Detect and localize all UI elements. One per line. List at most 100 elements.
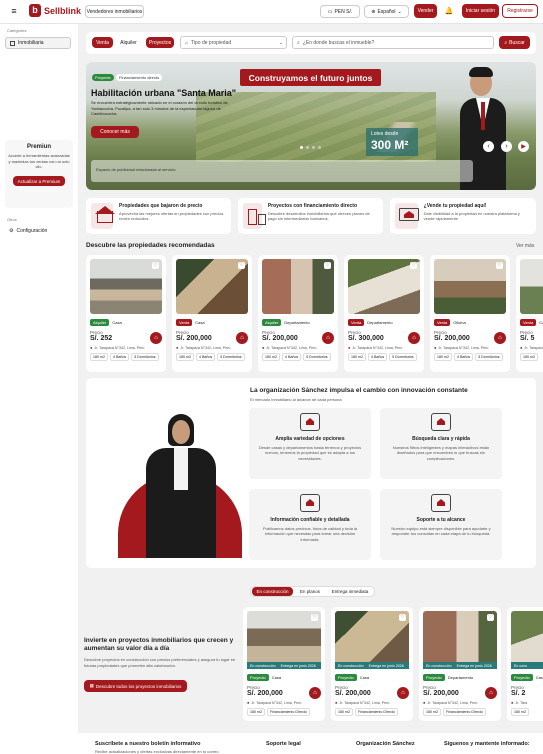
favorite-icon[interactable]: ♡ [311,614,318,621]
recommended-carousel: ♡ Alquiler Casa Precio S/. 252 ⌂ ● Jr. Tarapacá… [84,255,543,372]
favorite-icon[interactable]: ♡ [238,262,245,269]
baths-chip: 4 Baños [110,353,130,361]
feature-card[interactable]: Propiedades que bajaron de precio Aprovec… [86,198,231,234]
tab-entrega-inmediata[interactable]: Entrega inmediata [327,587,373,596]
register-button[interactable]: Registrarse [502,4,538,18]
about-card-text: Nuestros filtros inteligentes y mapas in… [392,445,490,461]
sidebar-item-label: Inmobiliaria [18,40,44,46]
project-kind: Casa [359,675,370,680]
financing-chip: Financiamiento Directo [443,708,486,716]
hero-prev-button[interactable]: ‹ [483,141,494,152]
property-image: ♡ [90,259,162,314]
house-document-icon [300,494,320,512]
tab-alquiler[interactable]: Alquiler [116,37,141,48]
about-card: Amplia variedad de opciones Desde casas y… [249,408,371,479]
hero-next-button[interactable]: › [501,141,512,152]
carousel-dot[interactable] [306,146,309,149]
newsletter-title: Suscríbete a nuestro boletín informativo [95,741,201,747]
rooms-chip: 5 Dormitorios [475,353,503,361]
favorite-icon[interactable]: ♡ [496,262,503,269]
about-card-title: Amplia variedad de opciones [275,436,345,442]
property-address: Jr. Tarapacá N°342, Lima, Perú [180,345,231,350]
carousel-dot[interactable] [312,146,315,149]
favorite-icon[interactable]: ♡ [410,262,417,269]
search-button[interactable]: ⌕ Buscar [499,36,530,49]
location-icon: ● [247,700,250,705]
brand-name: Sellblink [44,5,82,16]
currency-select[interactable]: ▭ PEN S/. [320,5,360,18]
ad-space[interactable]: Espacio de publicidad relacionada al ser… [91,160,473,182]
project-badge: Proyecto [423,674,445,681]
favorite-icon[interactable]: ♡ [152,262,159,269]
sidebar-item-inmobiliaria[interactable]: Inmobiliaria [5,37,71,49]
menu-icon[interactable]: ≡ [9,6,19,16]
feature-card[interactable]: ¿Vende tu propiedad aquí! Dale visibilida… [390,198,536,234]
bell-icon[interactable]: 🔔 [444,6,454,16]
property-address: Jr. Tarapacá N°342, Lima, Perú [438,345,489,350]
currency-value: PEN S/. [334,8,353,15]
footer-legal[interactable]: Soporte legal [266,741,301,747]
contact-icon[interactable]: ⌂ [408,332,420,344]
badge-proyecto: Proyecto [92,74,114,81]
property-card[interactable]: ♡ Venta Casa Precio S/. 200,000 ⌂ ● Jr. Tarapac… [172,255,252,372]
property-card[interactable]: ♡ Alquiler Departamento Precio S/. 200,000 ⌂ ●… [258,255,338,372]
vendors-button[interactable]: Vendedores inmobiliarios [85,5,144,18]
hero-cta-button[interactable]: Conocer más [91,126,139,138]
carousel-dot[interactable] [318,146,321,149]
baths-chip: 4 Baños [196,353,216,361]
contact-icon[interactable]: ⌂ [397,687,409,699]
feature-card[interactable]: Proyectos con financiamiento directo Desc… [238,198,383,234]
hero-dots[interactable] [300,146,321,149]
contact-icon[interactable]: ⌂ [322,332,334,344]
all-projects-button[interactable]: ▦ Descubre todos los proyectos inmobiliar… [84,680,187,692]
logo-icon: b [29,4,41,17]
favorite-icon[interactable]: ♡ [487,614,494,621]
tab-proyectos[interactable]: Proyectos [146,37,174,48]
favorite-icon[interactable]: ♡ [399,614,406,621]
property-card[interactable]: ♡ Venta Oficina Precio S/. 200,000 ⌂ ● Jr. Tara… [430,255,510,372]
project-status: En construcción [250,663,276,668]
property-type-select[interactable]: ⌂ Tipo de propiedad ⌄ [180,36,287,49]
project-delivery: Entrega en junio 2026 [456,663,492,668]
project-card[interactable]: ♡ En construcción Entrega en junio 2026 Pro… [243,607,325,721]
gear-icon: ⚙ [9,228,14,234]
login-button[interactable]: Iniciar sesión [462,4,499,18]
favorite-icon[interactable]: ♡ [324,262,331,269]
property-kind: Casa [112,320,122,325]
project-card[interactable]: ♡En consProyectoCasaPrecioS/. 2⌂●Jr. Tar… [507,607,543,721]
footer-org[interactable]: Organización Sánchez [356,741,415,747]
operation-badge: Alquiler [90,319,110,326]
logo[interactable]: b Sellblink [29,4,81,17]
contact-icon[interactable]: ⌂ [236,332,248,344]
hero-play-button[interactable]: ▶ [518,141,529,152]
property-card[interactable]: ♡ Venta Departamento Precio S/. 300,000 ⌂ ● Jr.… [344,255,424,372]
project-card[interactable]: ♡ En construcción Entrega en junio 2026 Pro… [419,607,501,721]
newsletter-text: Recibe actualizaciones y ofertas exclusi… [95,749,219,754]
contact-icon[interactable]: ⌂ [485,687,497,699]
premium-button[interactable]: Actualizar a Premium [13,176,65,186]
property-card[interactable]: ♡ Alquiler Casa Precio S/. 252 ⌂ ● Jr. Tarapacá… [86,255,166,372]
financing-chip: Financiamiento Directo [355,708,398,716]
contact-icon[interactable]: ⌂ [494,332,506,344]
carousel-dot[interactable] [300,146,303,149]
tab-en-construccion[interactable]: En construcción [252,587,293,596]
property-card[interactable]: ♡VentaCasaPrecioS/. 5⌂●Jr. Tarapacá180 m… [516,255,543,372]
sidebar-item-config[interactable]: ⚙ Configuración [9,228,47,234]
about-card: Información confiable y detallada Publica… [249,489,371,560]
contact-icon[interactable]: ⌂ [309,687,321,699]
all-projects-label: Descubre todos los proyectos inmobiliari… [95,683,182,689]
contact-icon[interactable]: ⌂ [150,332,162,344]
rooms-chip: 5 Dormitorios [303,353,331,361]
projects-carousel: ♡ En construcción Entrega en junio 2026 Pro… [243,607,543,727]
location-input[interactable]: ⌕ ¿En donde buscas el inmueble? [292,36,494,49]
project-badge: Proyecto [247,674,269,681]
see-more-link[interactable]: Ver más [516,243,534,249]
project-card[interactable]: ♡ En construcción Entrega en junio 2026 Pro… [331,607,413,721]
language-select[interactable]: ⊕ Español ⌄ [364,5,409,18]
property-image: ♡ [520,259,543,314]
sell-button[interactable]: Vender [414,4,437,18]
tab-en-planos[interactable]: En planos [296,587,324,596]
project-badge: Proyecto [335,674,357,681]
hero-description: Se encuentra estratégicamente ubicado en… [91,100,228,116]
tab-venta[interactable]: Venta [92,37,113,48]
